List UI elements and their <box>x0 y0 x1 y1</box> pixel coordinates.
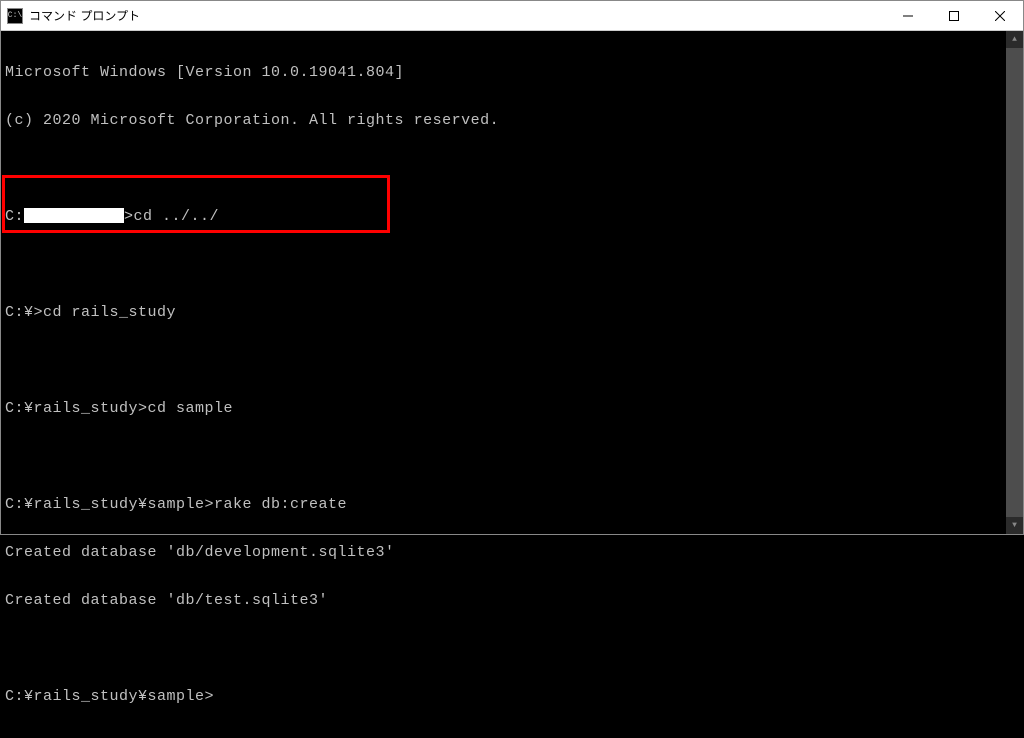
terminal-content: Microsoft Windows [Version 10.0.19041.80… <box>1 31 1006 534</box>
titlebar: C:\ コマンド プロンプト <box>1 1 1023 31</box>
app-icon-text: C:\ <box>8 11 22 20</box>
minimize-icon <box>903 11 913 21</box>
maximize-icon <box>949 11 959 21</box>
window-title: コマンド プロンプト <box>29 7 885 24</box>
maximize-button[interactable] <box>931 1 977 30</box>
app-icon: C:\ <box>7 8 23 24</box>
terminal-line: C:¥rails_study>cd sample <box>5 401 1002 417</box>
blank-line <box>5 641 1002 657</box>
blank-line <box>5 161 1002 177</box>
redacted-block <box>24 208 124 223</box>
blank-line <box>5 449 1002 465</box>
window-controls <box>885 1 1023 30</box>
terminal-area[interactable]: Microsoft Windows [Version 10.0.19041.80… <box>1 31 1023 534</box>
blank-line <box>5 257 1002 273</box>
terminal-line: C: >cd ../../ <box>5 209 1002 225</box>
blank-line <box>5 353 1002 369</box>
vertical-scrollbar[interactable]: ▲ ▼ <box>1006 31 1023 534</box>
close-icon <box>995 11 1005 21</box>
terminal-line: Microsoft Windows [Version 10.0.19041.80… <box>5 65 1002 81</box>
prompt-prefix: C: <box>5 208 24 225</box>
terminal-line: (c) 2020 Microsoft Corporation. All righ… <box>5 113 1002 129</box>
command-text: >cd ../../ <box>124 208 219 225</box>
close-button[interactable] <box>977 1 1023 30</box>
scrollbar-down-arrow[interactable]: ▼ <box>1006 517 1023 534</box>
terminal-line: C:¥>cd rails_study <box>5 305 1002 321</box>
terminal-line: Created database 'db/test.sqlite3' <box>5 593 1002 609</box>
scrollbar-up-arrow[interactable]: ▲ <box>1006 31 1023 48</box>
scrollbar-thumb[interactable] <box>1006 31 1023 534</box>
terminal-line: C:¥rails_study¥sample>rake db:create <box>5 497 1002 513</box>
terminal-line: C:¥rails_study¥sample> <box>5 689 1002 705</box>
minimize-button[interactable] <box>885 1 931 30</box>
terminal-line: Created database 'db/development.sqlite3… <box>5 545 1002 561</box>
